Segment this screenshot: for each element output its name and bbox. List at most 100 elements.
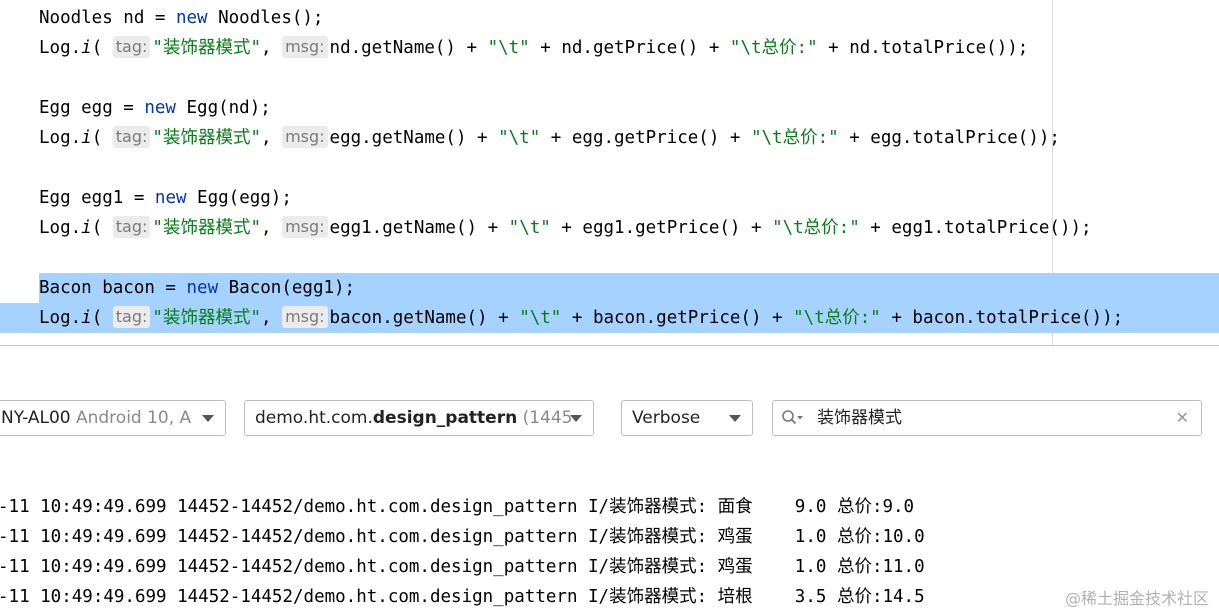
code-line-content: Bacon bacon = new Bacon(egg1);	[39, 273, 355, 303]
code-text: + egg.totalPrice());	[838, 128, 1060, 148]
logcat-output[interactable]: -11 10:49:49.699 14452-14452/demo.ht.com…	[0, 492, 1219, 615]
param-hint: tag:	[112, 126, 151, 148]
code-line-content: Log.i( tag: "装饰器模式", msg: egg.getName() + …	[39, 123, 1060, 153]
code-text: ,	[260, 308, 283, 328]
param-hint: msg:	[282, 216, 328, 238]
chevron-down-icon	[199, 401, 217, 435]
code-text: Egg egg =	[39, 98, 145, 118]
code-text: bacon.getName() +	[329, 308, 520, 328]
code-line[interactable]: Log.i( tag: "装饰器模式", msg: nd.getName() + "…	[0, 33, 1219, 63]
search-icon	[782, 410, 803, 425]
log-level-dropdown[interactable]: Verbose	[621, 400, 753, 436]
process-package-prefix: demo.ht.com.	[255, 408, 373, 428]
code-string: "装饰器模式"	[152, 218, 261, 238]
param-hint: tag:	[112, 216, 151, 238]
code-line-content: Log.i( tag: "装饰器模式", msg: nd.getName() + "…	[39, 33, 1028, 63]
code-text: Log.	[39, 38, 82, 58]
code-text: Egg egg1 =	[39, 188, 155, 208]
code-string: "装饰器模式"	[152, 308, 261, 328]
param-hint: msg:	[282, 36, 328, 58]
code-text: (	[91, 218, 113, 238]
code-method: i	[81, 128, 92, 148]
code-editor[interactable]: Noodles nd = new Noodles(); Log.i( tag: "装…	[0, 0, 1219, 345]
code-text: Log.	[39, 218, 82, 238]
code-string: "\t"	[508, 218, 551, 238]
code-line[interactable]	[0, 63, 1219, 93]
code-text: ,	[260, 38, 283, 58]
code-method: i	[81, 38, 92, 58]
code-text: ,	[260, 128, 283, 148]
code-string: "\t"	[498, 128, 541, 148]
code-string: "\t总价:"	[793, 308, 881, 328]
param-hint: msg:	[282, 126, 328, 148]
device-dropdown[interactable]: NY-AL00 Android 10, A	[0, 400, 226, 436]
log-line: -11 10:49:49.699 14452-14452/demo.ht.com…	[0, 587, 925, 607]
log-level-value: Verbose	[632, 408, 701, 428]
process-pid: (1445	[517, 408, 573, 428]
code-line[interactable]	[0, 243, 1219, 273]
code-text: egg1.getName() +	[329, 218, 509, 238]
code-line[interactable]: Bacon bacon = new Bacon(egg1);	[0, 273, 1219, 303]
code-line[interactable]: Log.i( tag: "装饰器模式", msg: bacon.getName() …	[0, 303, 1219, 333]
log-line: -11 10:49:49.699 14452-14452/demo.ht.com…	[0, 557, 925, 577]
param-hint: msg:	[282, 306, 328, 328]
process-dropdown[interactable]: demo.ht.com.design_pattern (1445	[244, 400, 594, 436]
code-string: "\t总价:"	[772, 218, 860, 238]
code-text: + egg1.getPrice() +	[550, 218, 773, 238]
clear-icon[interactable]: ✕	[1176, 401, 1189, 435]
code-text: (	[91, 38, 113, 58]
code-line[interactable]: Egg egg = new Egg(nd);	[0, 93, 1219, 123]
code-text: Log.	[39, 128, 82, 148]
code-string: "\t总价:"	[729, 38, 818, 58]
code-string: "装饰器模式"	[152, 128, 261, 148]
code-line-content: Egg egg = new Egg(nd);	[39, 93, 271, 123]
code-text: + nd.getPrice() +	[529, 38, 730, 58]
code-line[interactable]: Log.i( tag: "装饰器模式", msg: egg1.getName() +…	[0, 213, 1219, 243]
code-text: nd.getName() +	[329, 38, 488, 58]
code-text: ,	[260, 218, 283, 238]
code-text: egg.getName() +	[329, 128, 499, 148]
code-text: Bacon(egg1);	[218, 278, 356, 298]
device-name: NY-AL00	[1, 408, 71, 428]
code-text: + bacon.getPrice() +	[561, 308, 794, 328]
code-line[interactable]	[0, 153, 1219, 183]
code-text: + nd.totalPrice());	[817, 38, 1029, 58]
code-string: "\t总价:"	[750, 128, 839, 148]
code-text: Noodles();	[207, 8, 324, 28]
code-line[interactable]: Egg egg1 = new Egg(egg);	[0, 183, 1219, 213]
device-detail: Android 10, A	[70, 408, 192, 428]
code-line[interactable]: Log.i( tag: "装饰器模式", msg: egg.getName() + …	[0, 123, 1219, 153]
chevron-down-icon	[567, 401, 585, 435]
code-text: (	[91, 308, 113, 328]
code-line-content: Log.i( tag: "装饰器模式", msg: bacon.getName() …	[39, 303, 1123, 333]
param-hint: tag:	[112, 36, 151, 58]
code-keyword: new	[175, 8, 208, 28]
code-method: i	[81, 308, 92, 328]
log-search-field[interactable]: 装饰器模式 ✕	[772, 400, 1202, 436]
process-package-name: design_pattern	[372, 408, 518, 428]
watermark: @稀土掘金技术社区	[1062, 585, 1211, 609]
code-text: + egg1.totalPrice());	[859, 218, 1092, 238]
code-text: Egg(nd);	[175, 98, 271, 118]
code-keyword: new	[144, 98, 176, 118]
search-input[interactable]: 装饰器模式	[817, 401, 902, 435]
logcat-toolbar: NY-AL00 Android 10, A demo.ht.com.design…	[0, 346, 1219, 486]
code-text: Log.	[39, 308, 82, 328]
code-line-content: Log.i( tag: "装饰器模式", msg: egg1.getName() +…	[39, 213, 1092, 243]
code-method: i	[81, 218, 92, 238]
code-text: + egg.getPrice() +	[540, 128, 751, 148]
code-text: + bacon.totalPrice());	[880, 308, 1124, 328]
code-text: Egg(egg);	[186, 188, 292, 208]
code-keyword: new	[186, 278, 219, 298]
code-text: Noodles nd =	[39, 8, 176, 28]
code-string: "\t"	[487, 38, 530, 58]
code-string: "装饰器模式"	[152, 38, 261, 58]
log-line: -11 10:49:49.699 14452-14452/demo.ht.com…	[0, 497, 915, 517]
code-line-content: Noodles nd = new Noodles();	[39, 3, 323, 33]
code-text: Bacon bacon =	[39, 278, 187, 298]
code-keyword: new	[154, 188, 187, 208]
param-hint: tag:	[112, 306, 151, 328]
code-text: (	[91, 128, 113, 148]
code-string: "\t"	[519, 308, 562, 328]
code-line[interactable]: Noodles nd = new Noodles();	[0, 3, 1219, 33]
